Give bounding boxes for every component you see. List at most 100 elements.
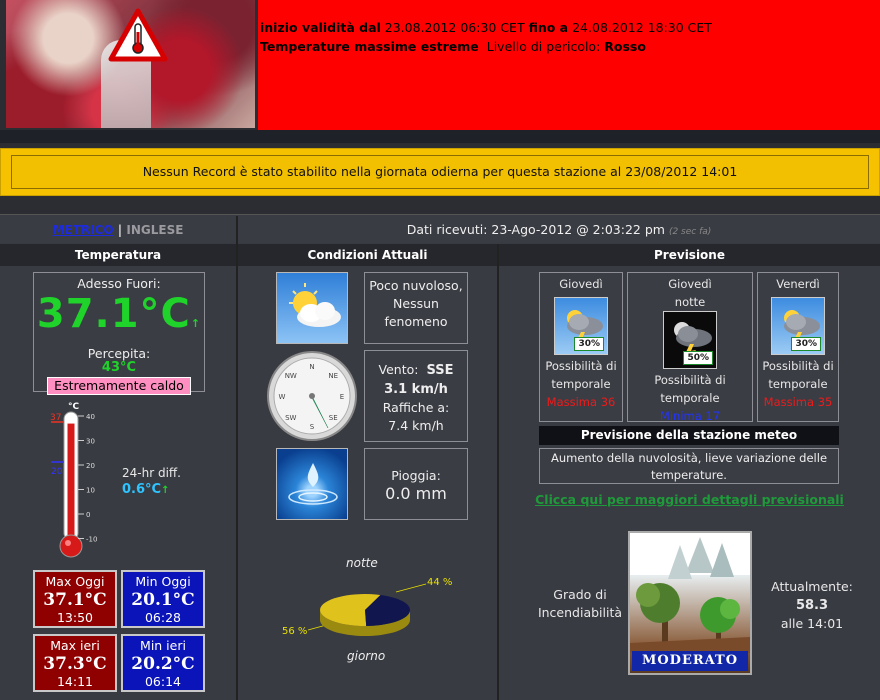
min-today-time: 06:28: [144, 610, 182, 625]
gust-label: Raffiche a:: [382, 400, 450, 415]
wind-label: Vento:: [378, 362, 419, 377]
unit-english-link[interactable]: INGLESE: [126, 223, 183, 237]
record-bar: Nessun Record è stato stabilito nella gi…: [0, 148, 880, 196]
max-yesterday-label: Max ieri: [50, 638, 100, 653]
thermo-tick-label: -10: [86, 536, 97, 544]
column-divider: [497, 244, 499, 700]
station-forecast-header: Previsione della stazione meteo: [539, 426, 839, 445]
sky-condition: Poco nuvoloso, Nessun fenomeno: [364, 272, 468, 344]
alert-type-text: Temperature massime estreme: [260, 39, 479, 54]
thermo-max-marker: 37: [50, 413, 61, 423]
min-yesterday-box: Min ieri 20.2°C 06:14: [121, 634, 205, 692]
unit-separator: |: [117, 223, 123, 237]
arrow-up-icon: ↑: [161, 485, 170, 496]
wind-speed: 3.1 km/h: [384, 382, 448, 397]
forecast-day-2: Giovedì notte 50% Possibilità di tempora…: [627, 272, 753, 423]
min-today-value: 20.1°C: [131, 590, 195, 610]
rain-drop-icon: [276, 448, 348, 520]
header-forecast: Previsione: [499, 244, 880, 266]
forecast-day-1: Giovedì 30% Possibilità di temporale Mas…: [539, 272, 623, 422]
forecast-day-name: Venerdì: [776, 277, 820, 291]
thunderstorm-icon: 30%: [771, 297, 825, 355]
alert-validity: inizio validità dal 23.08.2012 06:30 CET…: [260, 18, 880, 37]
thermo-min-marker: 20: [51, 467, 63, 477]
pie-day-label: giorno: [347, 649, 386, 663]
data-received-ago: (2 sec fa): [668, 227, 712, 237]
compass-label: W: [279, 393, 286, 401]
rain-label: Pioggia:: [391, 468, 441, 483]
min-today-label: Min Oggi: [135, 574, 191, 589]
data-received: Dati ricevuti: 23-Ago-2012 @ 2:03:22 pm …: [238, 216, 880, 242]
fire-level: MODERATO: [632, 651, 748, 671]
fire-index-label: Grado di Incendiabilità: [537, 587, 623, 620]
min-yesterday-label: Min ieri: [140, 638, 186, 653]
fire-danger-image: MODERATO: [628, 531, 752, 675]
header-conditions: Condizioni Attuali: [238, 244, 497, 266]
heat-badge: Estremamente caldo: [47, 377, 191, 395]
forecast-details-link[interactable]: Clicca qui per maggiori dettagli previsi…: [499, 492, 880, 507]
forecast-desc: Possibilità di temporale: [654, 373, 726, 405]
max-yesterday-time: 14:11: [56, 674, 94, 689]
unit-metric-link[interactable]: METRICO: [53, 223, 114, 237]
now-temperature-value: 37.1°C: [36, 291, 191, 337]
alert-to-date: 24.08.2012 18:30 CET: [572, 20, 712, 35]
record-text: Nessun Record è stato stabilito nella gi…: [11, 155, 869, 189]
min-today-box: Min Oggi 20.1°C 06:28: [121, 570, 205, 628]
wind-compass: N NE E SE S SW W NW: [267, 351, 357, 441]
compass-label: NE: [328, 372, 338, 380]
thermo-tick-label: 0: [86, 511, 90, 519]
wind-box: Vento: SSE 3.1 km/h Raffiche a: 7.4 km/h: [364, 350, 468, 442]
day-night-pie: [307, 583, 427, 636]
diff-label: 24-hr diff.: [122, 466, 181, 480]
max-today-label: Max Oggi: [45, 574, 105, 589]
min-yesterday-value: 20.2°C: [131, 654, 195, 674]
max-today-value: 37.1°C: [43, 590, 107, 610]
alert-panel: inizio validità dal 23.08.2012 06:30 CET…: [258, 0, 880, 130]
forecast-day-3: Venerdì 30% Possibilità di temporale Mas…: [757, 272, 839, 422]
now-temperature: 37.1°C↑: [34, 291, 204, 347]
feels-label: Percepita:: [87, 346, 151, 361]
fire-index-now: Attualmente: 58.3 alle 14:01: [754, 578, 870, 633]
compass-label: E: [340, 393, 344, 401]
data-received-text: Dati ricevuti: 23-Ago-2012 @ 2:03:22 pm: [406, 222, 665, 237]
forecast-extreme: Massima 36: [546, 395, 616, 409]
alert-level-label: Livello di pericolo:: [486, 39, 601, 54]
forecast-extreme: Massima 35: [763, 395, 833, 409]
max-yesterday-box: Max ieri 37.3°C 14:11: [33, 634, 117, 692]
thermo-unit: °C: [68, 402, 80, 412]
alert-photo: [6, 0, 255, 128]
thermo-scale: 40 30 20 10 0 -10: [78, 413, 97, 544]
thermo-tick-label: 10: [86, 487, 95, 495]
station-forecast-text: Aumento della nuvolosità, lieve variazio…: [539, 448, 839, 484]
night-thunderstorm-icon: 50%: [663, 311, 717, 369]
thunderstorm-icon: 30%: [554, 297, 608, 355]
forecast-pct: 30%: [574, 337, 604, 351]
diff-value: 0.6°C↑: [122, 482, 202, 497]
forecast-pct: 50%: [683, 351, 713, 365]
arrow-up-icon: ↑: [190, 317, 202, 330]
max-today-box: Max Oggi 37.1°C 13:50: [33, 570, 117, 628]
thermo-tick-label: 30: [86, 438, 95, 446]
unit-switch: METRICO | INGLESE: [0, 216, 236, 242]
feels-value: 43°C: [101, 360, 137, 375]
alert-divider: [0, 130, 880, 143]
rain-box: Pioggia: 0.0 mm: [364, 448, 468, 520]
forecast-extreme: Minima 17: [659, 409, 721, 423]
max-yesterday-value: 37.3°C: [43, 654, 107, 674]
now-label: Adesso Fuori:: [77, 276, 161, 291]
alert-type: Temperature massime estreme Livello di p…: [260, 37, 880, 56]
fire-now-value: 58.3: [795, 598, 829, 613]
pie-night-label: notte: [346, 556, 378, 570]
warning-thermometer-icon: [108, 8, 168, 62]
compass-label: NW: [285, 372, 297, 380]
thermometer-icon: °C 40 30 20 10 0 -10 37 20: [50, 402, 97, 558]
alert-from-date: 23.08.2012 06:30 CET: [384, 20, 525, 35]
forecast-day-name: Giovedì: [559, 277, 603, 291]
wind-direction: SSE: [426, 363, 454, 378]
alert-from-label: inizio validità dal: [260, 20, 381, 35]
fire-now-time: alle 14:01: [780, 616, 844, 631]
header-temperature: Temperatura: [0, 244, 236, 266]
forecast-desc: Possibilità di temporale: [762, 359, 834, 391]
wind-line: Vento: SSE: [365, 361, 467, 380]
column-divider: [236, 216, 238, 700]
